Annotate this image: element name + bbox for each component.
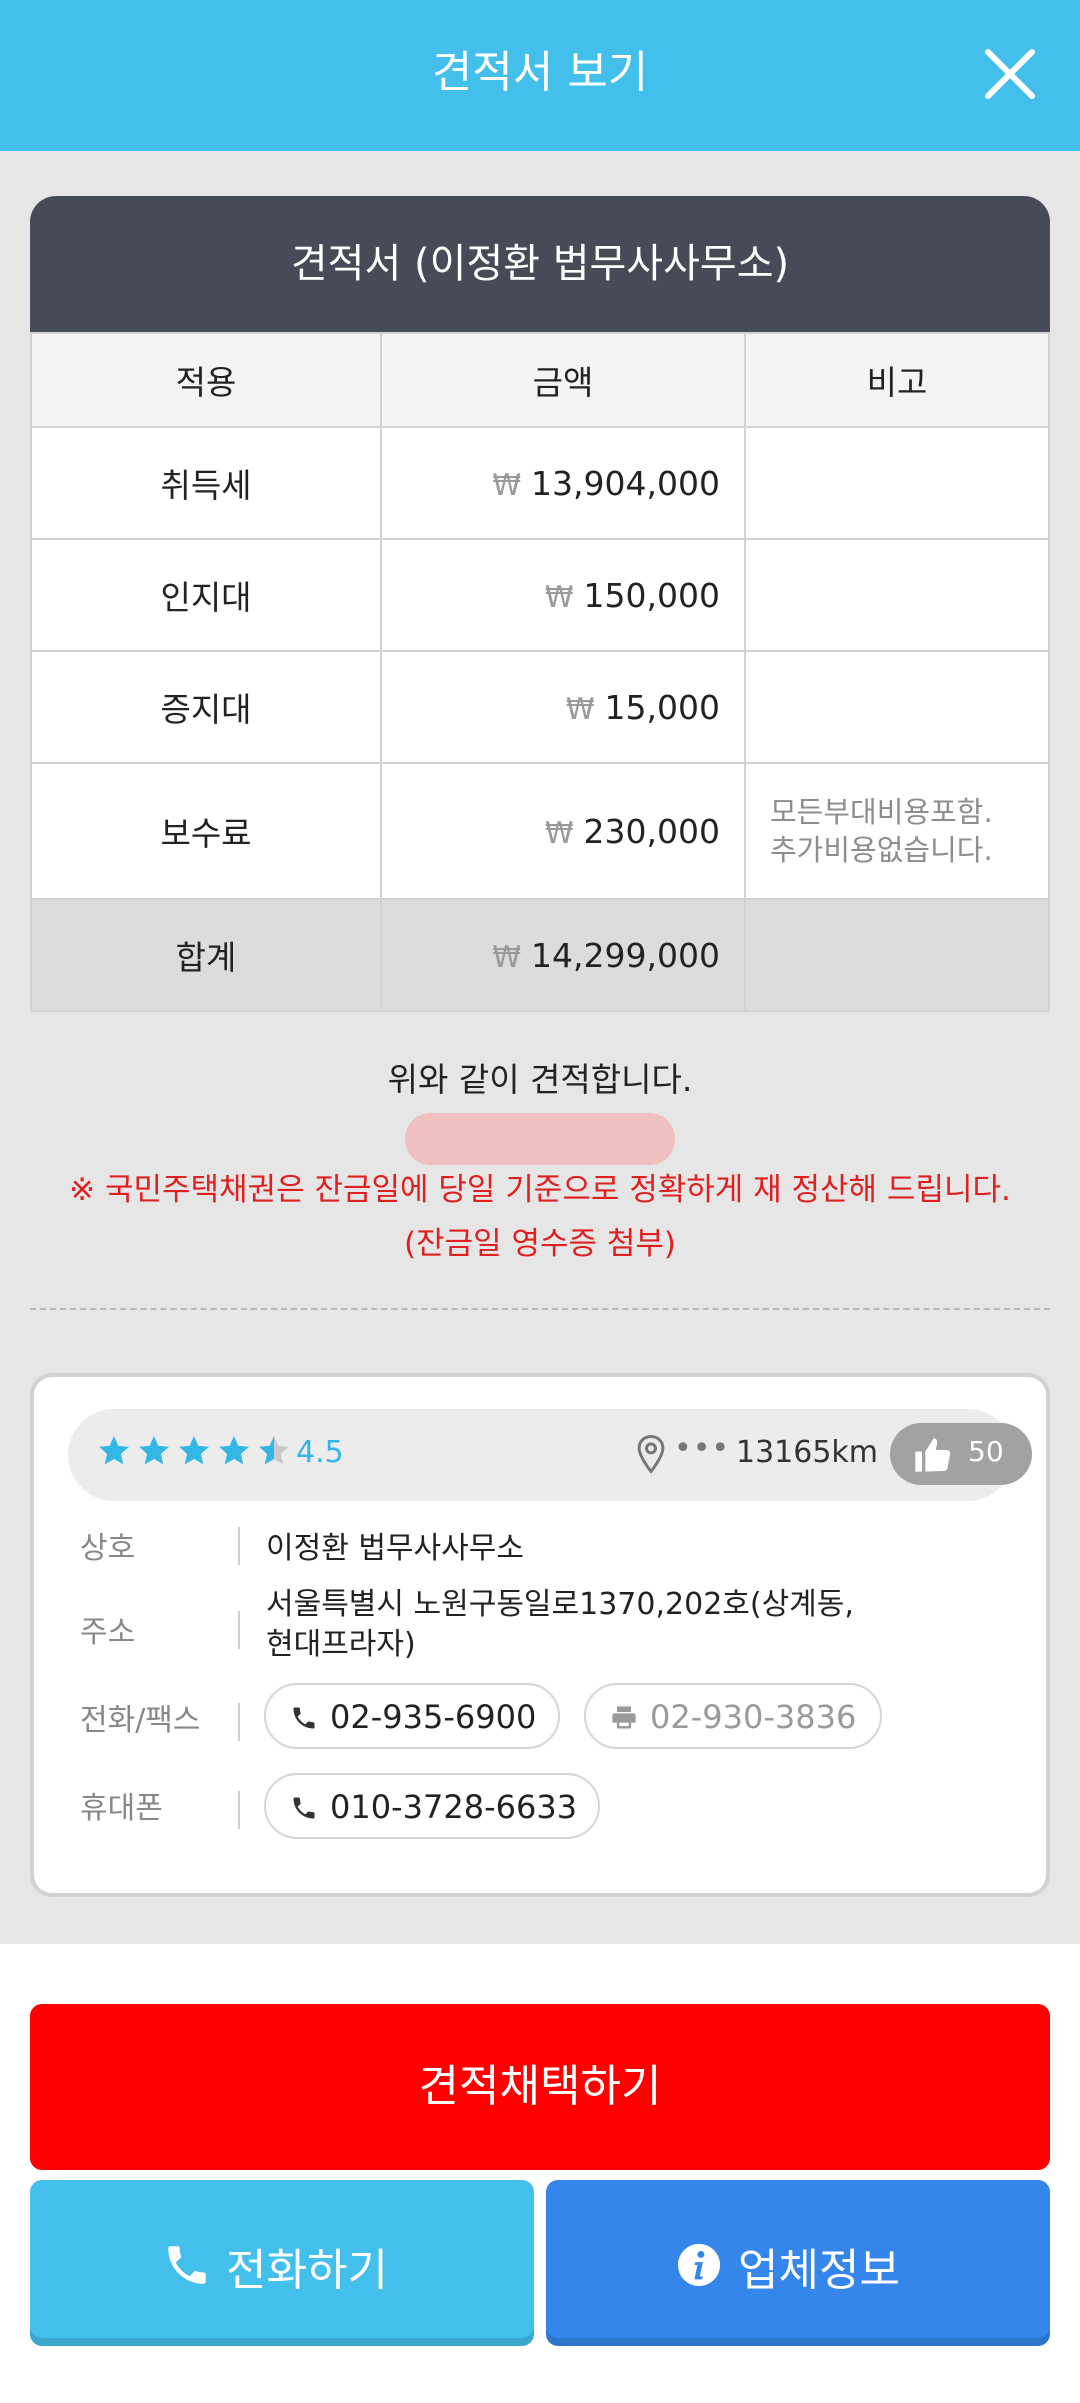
distance-value: 13165km <box>736 1435 879 1470</box>
row-note: 모든부대비용포함. 추가비용없습니다. <box>744 762 1050 900</box>
call-button-label: 전화하기 <box>226 2245 388 2296</box>
rating-stars <box>96 1433 292 1469</box>
statement-text: 위와 같이 견적합니다. <box>387 1060 693 1099</box>
separator <box>238 1611 240 1649</box>
close-icon[interactable] <box>980 44 1040 104</box>
table-row: 취득세 ₩13,904,000 <box>30 426 1050 540</box>
divider <box>30 1308 1050 1310</box>
like-count: 50 <box>968 1435 1004 1468</box>
separator <box>238 1703 240 1741</box>
app-bar: 견적서 보기 <box>0 0 1080 151</box>
bond-notice: ※ 국민주택채권은 잔금일에 당일 기준으로 정확하게 재 정산해 드립니다. … <box>0 1163 1080 1271</box>
row-amount: ₩230,000 <box>380 762 746 900</box>
separator <box>238 1791 240 1829</box>
row-note <box>744 426 1050 540</box>
row-name: 취득세 <box>30 426 382 540</box>
total-label: 합계 <box>30 898 382 1012</box>
fax-chip[interactable]: 02-930-3836 <box>584 1683 882 1749</box>
office-name: 이정환 법무사사무소 <box>266 1531 524 1566</box>
won-symbol: ₩ <box>492 467 522 502</box>
row-amount: ₩150,000 <box>380 538 746 652</box>
star-icon <box>219 1436 249 1465</box>
note-line: 추가비용없습니다. <box>770 833 993 867</box>
printer-icon <box>612 1706 636 1729</box>
row-note <box>744 650 1050 764</box>
office-info-card: 4.5 ••• 13165km 50 상호 이정환 법무사사무소 주소 서울특별… <box>30 1373 1050 1897</box>
row-amount: ₩13,904,000 <box>380 426 746 540</box>
row-name: 인지대 <box>30 538 382 652</box>
won-symbol: ₩ <box>544 579 574 614</box>
table-row: 증지대 ₩15,000 <box>30 650 1050 764</box>
quote-card: 견적서 (이정환 법무사사무소) 적용 금액 비고 취득세 ₩13,904,00… <box>30 196 1050 1012</box>
won-symbol: ₩ <box>565 691 595 726</box>
info-icon <box>677 2243 721 2287</box>
row-note <box>744 538 1050 652</box>
row-name: 증지대 <box>30 650 382 764</box>
phone-number: 02-935-6900 <box>330 1698 537 1736</box>
total-note <box>744 898 1050 1012</box>
like-button[interactable]: 50 <box>890 1423 1032 1485</box>
company-info-label: 업체정보 <box>738 2245 900 2296</box>
phone-fax-label: 전화/팩스 <box>80 1703 201 1738</box>
redacted-blur <box>405 1113 675 1165</box>
column-header-apply: 적용 <box>30 332 382 428</box>
call-button[interactable]: 전화하기 <box>30 2180 534 2346</box>
mobile-chip[interactable]: 010-3728-6633 <box>264 1773 600 1839</box>
won-symbol: ₩ <box>492 939 522 974</box>
table-header-row: 적용 금액 비고 <box>30 332 1050 428</box>
row-amount: ₩15,000 <box>380 650 746 764</box>
phone-icon <box>168 2246 206 2284</box>
separator <box>238 1527 240 1565</box>
star-icon <box>179 1436 209 1465</box>
total-value: 14,299,000 <box>531 935 720 975</box>
thumbs-up-icon <box>915 1438 951 1472</box>
phone-chip[interactable]: 02-935-6900 <box>264 1683 560 1749</box>
amount-value: 13,904,000 <box>531 463 720 503</box>
won-symbol: ₩ <box>544 815 574 850</box>
page-title: 견적서 보기 <box>431 47 649 98</box>
mobile-label: 휴대폰 <box>80 1791 163 1826</box>
address-value: 서울특별시 노원구동일로1370,202호(상계동, 현대프라자) <box>266 1585 854 1665</box>
phone-icon <box>293 1707 315 1729</box>
fax-number: 02-930-3836 <box>650 1698 857 1736</box>
bottom-action-bar: 견적채택하기 전화하기 업체정보 <box>0 1944 1080 2403</box>
content-area: 견적서 (이정환 법무사사무소) 적용 금액 비고 취득세 ₩13,904,00… <box>0 151 1080 1944</box>
notice-line: ※ 국민주택채권은 잔금일에 당일 기준으로 정확하게 재 정산해 드립니다. <box>69 1172 1011 1208</box>
star-icon <box>139 1436 169 1465</box>
rating-value: 4.5 <box>296 1435 344 1470</box>
note-line: 모든부대비용포함. <box>770 795 993 829</box>
total-amount: ₩14,299,000 <box>380 898 746 1012</box>
quote-title: 견적서 (이정환 법무사사무소) <box>30 196 1050 332</box>
amount-value: 15,000 <box>604 687 720 727</box>
address-line: 서울특별시 노원구동일로1370,202호(상계동, <box>266 1587 854 1622</box>
phone-icon <box>293 1797 315 1819</box>
table-row: 보수료 ₩230,000 모든부대비용포함. 추가비용없습니다. <box>30 762 1050 900</box>
table-row: 인지대 ₩150,000 <box>30 538 1050 652</box>
location-pin-icon <box>637 1434 665 1474</box>
distance-dots: ••• <box>674 1431 731 1466</box>
company-info-button[interactable]: 업체정보 <box>546 2180 1050 2346</box>
office-name-label: 상호 <box>80 1531 136 1566</box>
half-star-icon <box>259 1436 289 1465</box>
address-line: 현대프라자) <box>266 1627 416 1662</box>
mobile-number: 010-3728-6633 <box>330 1788 578 1826</box>
address-label: 주소 <box>80 1615 136 1650</box>
row-name: 보수료 <box>30 762 382 900</box>
column-header-note: 비고 <box>744 332 1050 428</box>
amount-value: 150,000 <box>583 575 720 615</box>
total-row: 합계 ₩14,299,000 <box>30 898 1050 1012</box>
star-icon <box>99 1436 129 1465</box>
quote-table: 적용 금액 비고 취득세 ₩13,904,000 인지대 ₩150,000 증지… <box>30 332 1050 1012</box>
column-header-amount: 금액 <box>380 332 746 428</box>
accept-quote-button[interactable]: 견적채택하기 <box>30 2004 1050 2170</box>
summary-bar: 4.5 ••• 13165km 50 <box>68 1409 1032 1501</box>
amount-value: 230,000 <box>583 811 720 851</box>
notice-line: (잔금일 영수증 첨부) <box>403 1226 677 1262</box>
